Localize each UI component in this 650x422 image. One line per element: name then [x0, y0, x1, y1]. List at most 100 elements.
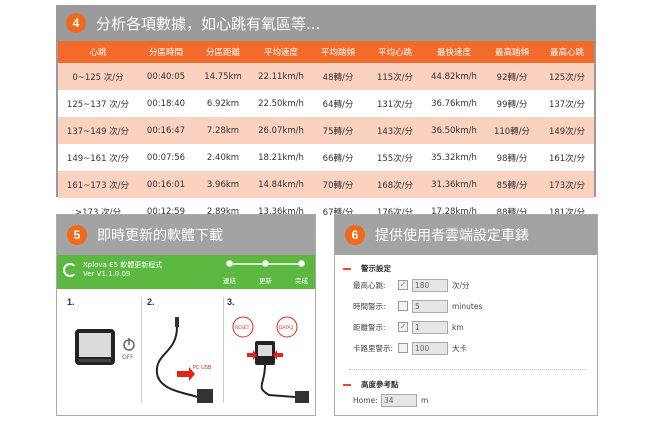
- settings-title: 提供使用者雲端設定車錶: [375, 228, 529, 244]
- time-alert-checkbox[interactable]: [398, 301, 408, 311]
- table-cell: 173次/分: [540, 171, 594, 198]
- table-cell: 14.75km: [194, 63, 252, 90]
- field-unit: minutes: [452, 301, 483, 311]
- table-cell: 44.82km/h: [424, 63, 484, 90]
- table-cell: 18.21km/h: [252, 144, 310, 171]
- divider: [223, 297, 224, 403]
- install-steps: 1. 2. 3. OFF PC USB RESET DATA2: [57, 289, 315, 415]
- table-cell: 125次/分: [540, 63, 594, 90]
- table-cell: 36.50km/h: [424, 117, 484, 144]
- time-alert-input[interactable]: 5: [412, 299, 448, 313]
- table-cell: 168次/分: [366, 171, 424, 198]
- table-cell: 110轉/分: [484, 117, 540, 144]
- table-cell: 36.76km/h: [424, 90, 484, 117]
- table-row: 125~137 次/分 00:18:40 6.92km 22.50km/h 64轉/分 1…: [58, 90, 594, 117]
- field-label: 卡路里警示:: [353, 343, 394, 353]
- calorie-alert-input[interactable]: 100: [412, 341, 448, 355]
- field-unit: m: [421, 395, 429, 405]
- field-unit: 次/分: [452, 280, 470, 290]
- step-2-label: 2.: [147, 297, 155, 307]
- updater-version: Ver V1.1.0.09: [83, 270, 131, 278]
- table-cell: 131次/分: [366, 90, 424, 117]
- column-header: 平均心跳: [366, 41, 424, 63]
- table-cell: 149次/分: [540, 117, 594, 144]
- table-cell: 75轉/分: [310, 117, 366, 144]
- max-heart-rate-input[interactable]: 180: [412, 278, 448, 292]
- home-altitude-row: Home: 34 m: [353, 393, 428, 407]
- field-label: 距離警示:: [353, 322, 386, 332]
- field-label: 時間警示:: [353, 301, 386, 311]
- column-header: 心跳: [58, 41, 138, 63]
- table-cell: 00:18:40: [138, 90, 194, 117]
- calorie-alert-row: 卡路里警示: 100 大卡: [353, 341, 467, 355]
- table-cell: 22.11km/h: [252, 63, 310, 90]
- column-header: 最高心跳: [540, 41, 594, 63]
- table-cell: 22.50km/h: [252, 90, 310, 117]
- table-cell: 0~125 次/分: [58, 63, 138, 90]
- table-cell: 31.36km/h: [424, 171, 484, 198]
- step-number-badge: 5: [67, 225, 87, 245]
- calorie-alert-checkbox[interactable]: [398, 343, 408, 353]
- table-header-row: 心跳 分區時間 分區距離 平均速度 平均踏頻 平均心跳 最快速度 最高踏頻 最高…: [58, 41, 594, 63]
- table-body: 0~125 次/分 00:40:05 14.75km 22.11km/h 48轉/分 11…: [58, 63, 594, 225]
- table-cell: 6.92km: [194, 90, 252, 117]
- bike-computer-illustration: OFF: [75, 329, 135, 365]
- table-cell: 155次/分: [366, 144, 424, 171]
- settings-header: 6 提供使用者雲端設定車錶: [335, 215, 597, 255]
- reset-label: RESET: [235, 325, 250, 331]
- progress-dot: [226, 260, 233, 267]
- table-cell: 66轉/分: [310, 144, 366, 171]
- table-cell: 125~137 次/分: [58, 90, 138, 117]
- home-altitude-input[interactable]: 34: [381, 393, 417, 407]
- table-cell: 115次/分: [366, 63, 424, 90]
- table-cell: 149~161 次/分: [58, 144, 138, 171]
- analysis-panel: 4 分析各項數據，如心跳有氧區等... 心跳 分區時間 分區距離 平均速度 平均…: [56, 5, 596, 225]
- analysis-title: 分析各項數據，如心跳有氧區等...: [96, 14, 321, 33]
- table-row: 137~149 次/分 00:16:47 7.28km 26.07km/h 75轉/分 1…: [58, 117, 594, 144]
- table-cell: 48轉/分: [310, 63, 366, 90]
- download-header: 5 即時更新的軟體下載: [57, 215, 315, 255]
- time-alert-row: 時間警示: 5 minutes: [353, 299, 482, 313]
- section-title: 警示設定: [361, 264, 391, 273]
- table-cell: 26.07km/h: [252, 117, 310, 144]
- table-cell: 64轉/分: [310, 90, 366, 117]
- software-download-panel: 5 即時更新的軟體下載 Xplova E5 軟體更新程式 Ver V1.1.0.…: [56, 214, 316, 416]
- step-number-badge: 4: [66, 13, 86, 33]
- table-row: 161~173 次/分 00:16:01 3.96km 14.84km/h 70轉/分 1…: [58, 171, 594, 198]
- column-header: 最快速度: [424, 41, 484, 63]
- section-title: 高度參考點: [361, 380, 399, 389]
- cloud-settings-panel: 6 提供使用者雲端設定車錶 警示設定 最高心跳: ✓ 180 次/分 時間警示:…: [334, 214, 598, 416]
- table-cell: 00:16:47: [138, 117, 194, 144]
- column-header: 平均踏頻: [310, 41, 366, 63]
- table-cell: 2.40km: [194, 144, 252, 171]
- distance-alert-input[interactable]: 1: [412, 320, 448, 334]
- table-cell: 00:16:01: [138, 171, 194, 198]
- data-label: DATA2: [279, 325, 294, 331]
- column-header: 分區距離: [194, 41, 252, 63]
- field-label: 最高心跳:: [353, 280, 386, 290]
- updater-app-title: Xplova E5 軟體更新程式: [83, 261, 163, 269]
- table-cell: 161次/分: [540, 144, 594, 171]
- table-cell: 00:07:56: [138, 144, 194, 171]
- step-1-label: 1.: [67, 297, 75, 307]
- column-header: 平均速度: [252, 41, 310, 63]
- reset-device-illustration: RESET DATA2: [232, 316, 309, 403]
- table-cell: 98轉/分: [484, 144, 540, 171]
- table-cell: 85轉/分: [484, 171, 540, 198]
- table-row: 0~125 次/分 00:40:05 14.75km 22.11km/h 48轉/分 11…: [58, 63, 594, 90]
- analysis-header: 4 分析各項數據，如心跳有氧區等...: [56, 5, 596, 41]
- off-label: OFF: [122, 354, 134, 361]
- table-cell: 14.84km/h: [252, 171, 310, 198]
- altitude-reference-section: 高度參考點: [335, 379, 399, 390]
- section-marker-icon: [343, 383, 351, 386]
- max-heart-rate-checkbox[interactable]: ✓: [398, 280, 408, 290]
- column-header: 分區時間: [138, 41, 194, 63]
- progress-dot: [298, 260, 305, 267]
- distance-alert-checkbox[interactable]: ✓: [398, 322, 408, 332]
- progress-dot: [262, 260, 269, 267]
- column-header: 最高踏頻: [484, 41, 540, 63]
- table-cell: 92轉/分: [484, 63, 540, 90]
- alert-settings-section: 警示設定: [335, 263, 391, 274]
- table-cell: 137~149 次/分: [58, 117, 138, 144]
- distance-alert-row: 距離警示: ✓ 1 km: [353, 320, 464, 334]
